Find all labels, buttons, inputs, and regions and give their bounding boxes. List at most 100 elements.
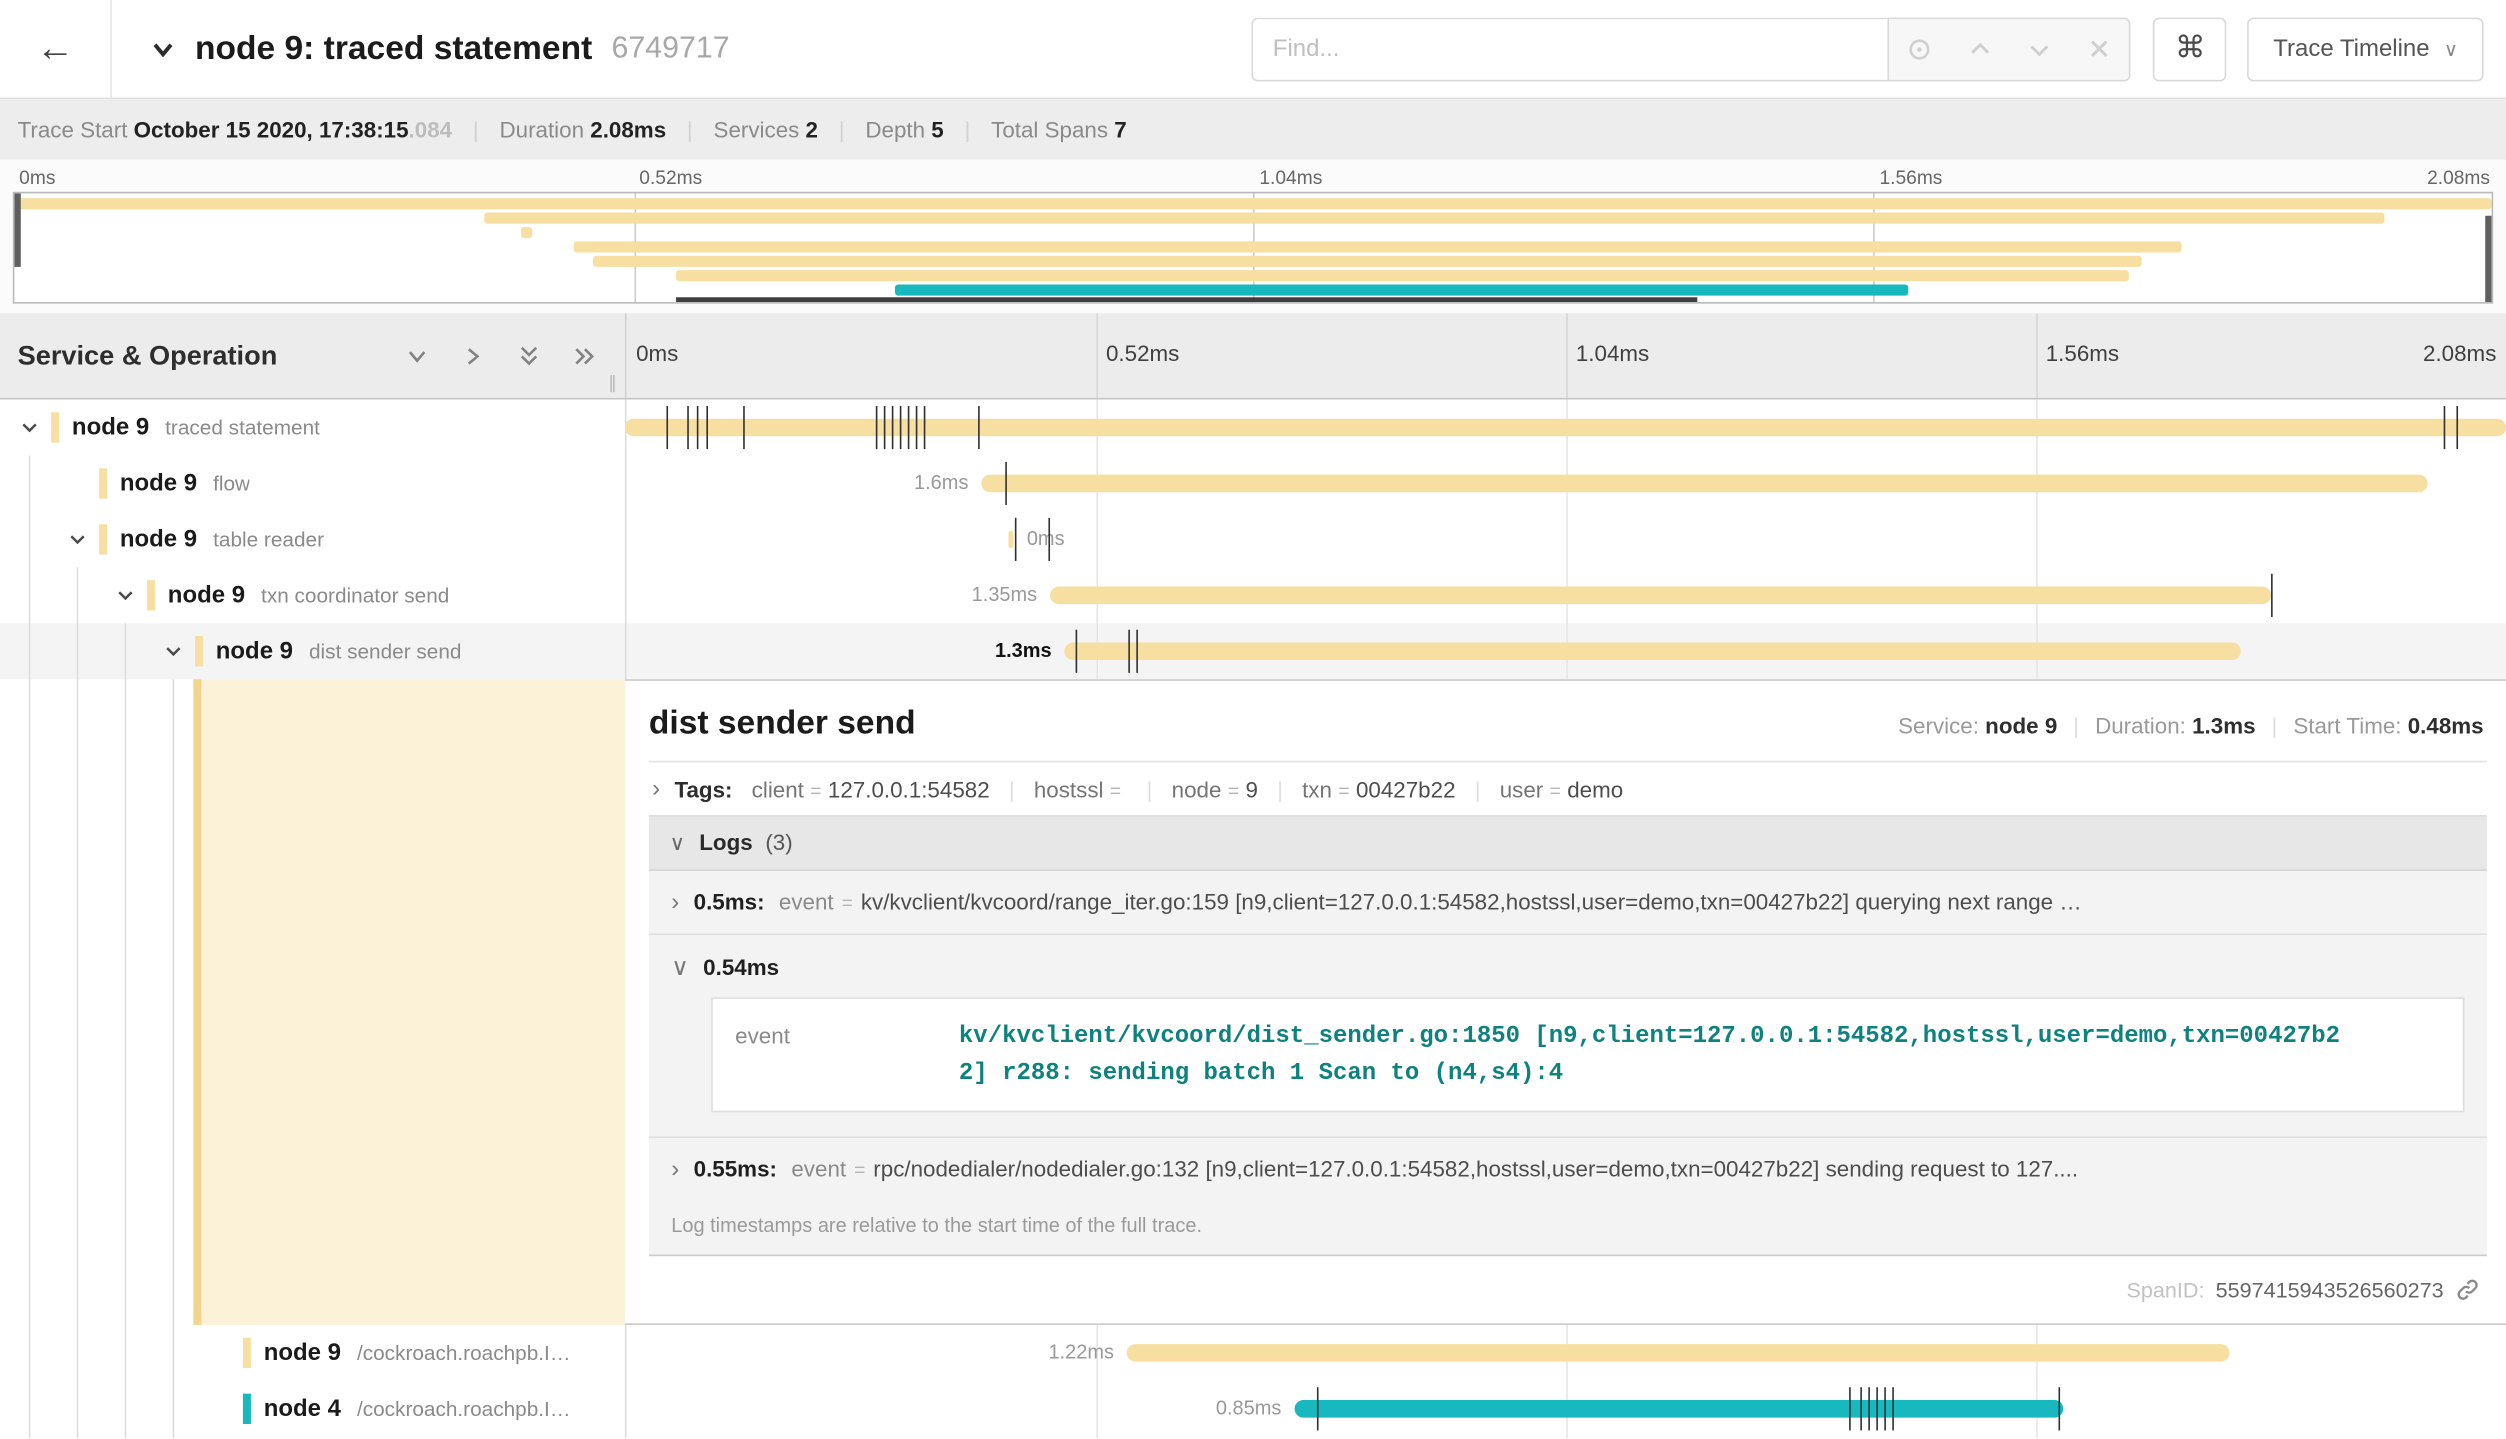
span-timeline-cell[interactable] [625, 400, 2506, 456]
minimap-tick-label: 0.52ms [639, 166, 702, 188]
view-selector-button[interactable]: Trace Timeline ∨ [2248, 17, 2484, 81]
span-row[interactable]: node 4/cockroach.roachpb.I…0.85ms [0, 1381, 2506, 1437]
tag-separator: | [1475, 776, 1481, 802]
minimap-tick-label: 1.04ms [1259, 166, 1322, 188]
span-log-tick [2456, 406, 2458, 449]
span-row[interactable]: node 9/cockroach.roachpb.I… 1.22ms [0, 1325, 2506, 1381]
expand-all-double-chevron-right-icon[interactable] [571, 341, 600, 370]
span-color-bar [147, 580, 155, 610]
log-field-key: event [779, 888, 834, 914]
minimap-left-drag-handle[interactable] [14, 193, 20, 267]
span-timeline-cell[interactable]: 1.3ms [625, 623, 2506, 679]
column-resize-handle[interactable]: ∥ [608, 372, 618, 393]
header-tools: ⌘ Trace Timeline ∨ [1252, 17, 2484, 81]
span-operation-name: table reader [213, 527, 324, 551]
span-row[interactable]: node 9flow1.6ms [0, 455, 2506, 511]
span-row-label-cell[interactable]: node 9txn coordinator send [0, 567, 625, 623]
spanid-value: 5597415943526560273 [2216, 1278, 2444, 1302]
span-expand-chevron-icon[interactable] [16, 417, 42, 438]
tags-label: Tags: [674, 776, 732, 802]
logs-count: (3) [765, 829, 792, 855]
span-row-label-cell[interactable]: node 9table reader [0, 511, 625, 567]
chevron-down-icon: ∨ [2444, 38, 2458, 60]
ruler-gridline [1566, 313, 1568, 398]
span-log-tick [924, 406, 926, 449]
tag-item: client=127.0.0.1:54582 [752, 776, 990, 802]
span-bar[interactable] [1127, 1344, 2230, 1362]
tag-value: 00427b22 [1356, 776, 1456, 802]
tag-item: node=9 [1172, 776, 1258, 802]
next-match-icon[interactable] [2020, 30, 2058, 68]
span-bar[interactable] [1294, 1400, 2063, 1418]
span-bar[interactable] [1009, 531, 1013, 549]
keyboard-shortcuts-button[interactable]: ⌘ [2153, 17, 2227, 81]
span-bar[interactable] [1050, 587, 2271, 605]
total-spans-value: 7 [1114, 117, 1126, 143]
span-row-label-cell[interactable]: node 4/cockroach.roachpb.I… [0, 1381, 625, 1437]
span-row[interactable]: node 9 traced statement [0, 400, 2506, 456]
span-bar[interactable] [1064, 642, 2240, 660]
log-entry-line[interactable]: ∨0.54ms [671, 952, 2464, 981]
back-button[interactable]: ← [0, 0, 112, 98]
span-timeline-cell[interactable]: 1.35ms [625, 567, 2506, 623]
ruler-gridline [2036, 313, 2038, 398]
meta-separator: | [2073, 713, 2079, 739]
collapse-trace-chevron-icon[interactable] [147, 33, 179, 65]
span-timeline-cell[interactable]: 0.85ms [625, 1381, 2506, 1437]
tree-controls [403, 341, 600, 370]
span-log-tick [743, 406, 745, 449]
collapse-one-chevron-down-icon[interactable] [403, 341, 432, 370]
span-service-name: node 9 [168, 582, 245, 609]
prev-match-icon[interactable] [1960, 30, 1998, 68]
span-timeline-cell[interactable]: 1.22ms [625, 1325, 2506, 1381]
span-log-tick [1860, 1387, 1862, 1430]
trace-id: 6749717 [611, 31, 729, 66]
logs-list: ›0.5ms:event=kv/kvclient/kvcoord/range_i… [649, 870, 2487, 1256]
focus-match-icon[interactable] [1900, 30, 1938, 68]
span-detail-accent-column [193, 679, 625, 1325]
span-row-label-cell[interactable]: node 9flow [0, 455, 625, 511]
minimap-viewport-indicator[interactable] [675, 297, 1697, 302]
services-label: Services [714, 117, 800, 143]
minimap-span-bar [675, 270, 2128, 281]
span-timeline-cell[interactable]: 1.6ms [625, 455, 2506, 511]
span-log-tick [1137, 630, 1139, 673]
services-value: 2 [806, 117, 818, 143]
tags-row[interactable]: ›Tags:client=127.0.0.1:54582|hostssl=|no… [649, 762, 2487, 814]
expand-one-chevron-right-icon[interactable] [459, 341, 488, 370]
span-service-name: node 9 [72, 414, 149, 441]
log-entry-line[interactable]: ›0.55ms:event=rpc/nodedialer/nodedialer.… [671, 1156, 2464, 1183]
ruler-tick-label: 1.04ms [1576, 340, 1649, 366]
span-expand-chevron-icon[interactable] [112, 585, 138, 606]
span-operation-name: traced statement [165, 416, 320, 440]
span-expand-chevron-icon[interactable] [160, 641, 186, 662]
clear-find-icon[interactable] [2080, 30, 2118, 68]
span-row-label-cell[interactable]: node 9 traced statement [0, 400, 625, 456]
collapse-all-double-chevron-down-icon[interactable] [515, 341, 544, 370]
duration-label: Duration [499, 117, 584, 143]
log-entry-line[interactable]: ›0.5ms:event=kv/kvclient/kvcoord/range_i… [671, 888, 2464, 915]
log-equals: = [854, 1159, 865, 1181]
span-operation-name: dist sender send [309, 639, 461, 663]
span-log-tick [908, 406, 910, 449]
deep-link-icon[interactable] [2455, 1277, 2481, 1303]
span-expand-chevron-icon[interactable] [64, 529, 90, 550]
service-operation-header: Service & Operation ∥ [0, 313, 625, 398]
span-row-label-cell[interactable]: node 9/cockroach.roachpb.I… [0, 1325, 625, 1381]
span-duration-label: 1.22ms [1049, 1341, 1115, 1363]
span-row[interactable]: node 9table reader0ms [0, 511, 2506, 567]
tag-equals: = [810, 780, 821, 802]
find-input[interactable] [1252, 17, 1888, 81]
span-color-bar [99, 468, 107, 498]
trace-stats-bar: Trace Start October 15 2020, 17:38:15.08… [0, 99, 2506, 160]
span-row-label-cell[interactable]: node 9 dist sender send [0, 623, 625, 679]
span-row[interactable]: node 9 dist sender send 1.3ms [0, 623, 2506, 679]
minimap-right-drag-handle[interactable] [2485, 216, 2491, 302]
span-bar[interactable] [981, 475, 2428, 493]
logs-section-header[interactable]: ∨Logs (3) [649, 814, 2487, 870]
span-timeline-cell[interactable]: 0ms [625, 511, 2506, 567]
tag-item: txn=00427b22 [1302, 776, 1455, 802]
span-row[interactable]: node 9txn coordinator send1.35ms [0, 567, 2506, 623]
minimap-canvas[interactable] [13, 192, 2493, 304]
span-service-name: node 9 [216, 638, 293, 665]
